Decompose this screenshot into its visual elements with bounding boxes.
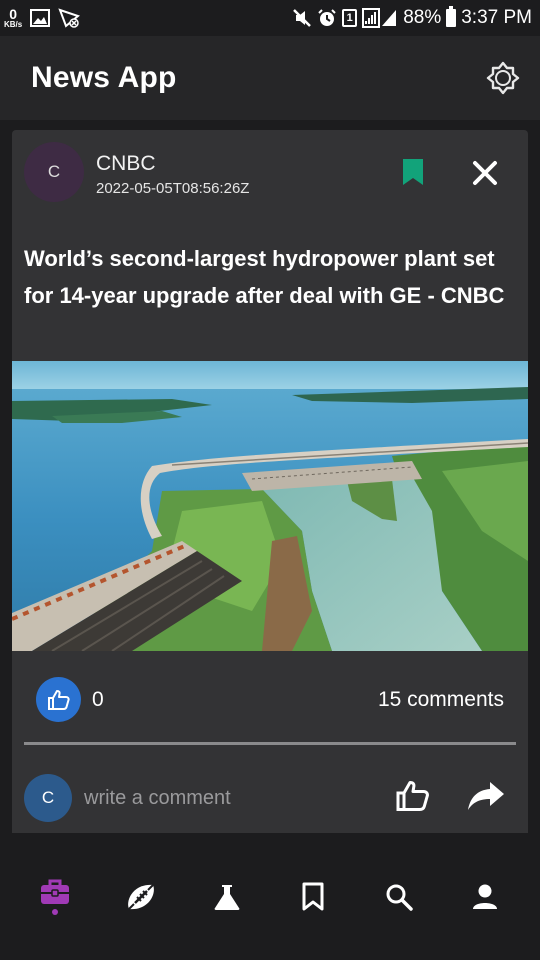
comments-count[interactable]: 15 comments: [378, 688, 504, 712]
signal-icon: [362, 8, 397, 28]
net-speed-value: 0: [9, 6, 18, 22]
article-card[interactable]: C CNBC 2022-05-05T08:56:26Z World’s seco…: [12, 130, 528, 833]
nav-business[interactable]: [25, 867, 85, 927]
sim-indicator: 1: [342, 9, 358, 27]
source-avatar: C: [24, 142, 84, 202]
flask-icon: [214, 885, 240, 910]
bookmark-icon[interactable]: [402, 158, 424, 186]
bookmark-icon: [302, 882, 324, 911]
bottom-nav: [0, 852, 540, 942]
like-count-badge[interactable]: [36, 677, 81, 722]
alarm-icon: [318, 9, 336, 26]
battery-percent: 88%: [403, 7, 442, 28]
like-button[interactable]: [394, 778, 432, 814]
article-image[interactable]: [12, 361, 528, 651]
image-icon: [30, 9, 51, 27]
published-date: 2022-05-05T08:56:26Z: [96, 180, 250, 197]
source-name: CNBC: [96, 152, 156, 175]
net-speed-unit: KB/s: [4, 20, 23, 29]
close-icon[interactable]: [472, 160, 498, 186]
app-title: News App: [31, 61, 177, 94]
nav-science[interactable]: [197, 867, 257, 927]
mute-icon: [293, 9, 312, 27]
nav-search[interactable]: [369, 867, 429, 927]
nav-saved[interactable]: [283, 867, 343, 927]
search-icon: [386, 884, 413, 911]
thumbs-up-icon: [47, 689, 70, 710]
net-speed: 0 KB/s: [4, 7, 22, 29]
no-signal-icon: [58, 8, 81, 28]
brightness-icon[interactable]: [486, 61, 520, 95]
comment-input[interactable]: [84, 782, 374, 814]
status-bar: 0 KB/s 1 88% 3:37 PM: [0, 0, 540, 36]
share-button[interactable]: [466, 780, 506, 812]
nav-profile[interactable]: [455, 867, 515, 927]
like-count: 0: [92, 688, 104, 711]
active-indicator: [52, 909, 58, 915]
status-right: 1 88% 3:37 PM: [292, 6, 532, 29]
football-icon: [128, 884, 154, 910]
app-bar: News App: [0, 36, 540, 120]
status-left: 0 KB/s: [4, 7, 81, 29]
battery-icon: [446, 6, 457, 27]
clock: 3:37 PM: [461, 7, 532, 28]
briefcase-icon: [41, 879, 69, 904]
article-headline[interactable]: World’s second-largest hydropower plant …: [24, 240, 516, 314]
person-icon: [473, 884, 497, 909]
nav-sports[interactable]: [111, 867, 171, 927]
divider: [24, 742, 516, 745]
comment-avatar: C: [24, 774, 72, 822]
likes-row: 0 15 comments: [12, 675, 528, 725]
